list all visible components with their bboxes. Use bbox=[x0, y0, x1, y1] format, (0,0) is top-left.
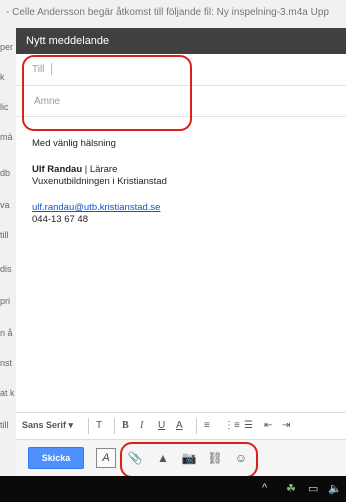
send-row: Skicka A 📎 ▲ 📷 ⛓ ☺ bbox=[16, 440, 346, 476]
to-input[interactable] bbox=[56, 60, 340, 80]
signature-role: Lärare bbox=[89, 164, 118, 175]
toolbar-divider bbox=[196, 418, 197, 434]
bullet-list-icon[interactable]: ☰ bbox=[244, 420, 253, 431]
background-inbox-strip: per k lic mä db va till dis pri n å nst … bbox=[0, 28, 16, 476]
background-fragment: k bbox=[0, 72, 5, 82]
background-fragment: till bbox=[0, 420, 9, 430]
indent-less-icon[interactable]: ⇤ bbox=[264, 420, 272, 431]
indent-more-icon[interactable]: ⇥ bbox=[282, 420, 290, 431]
background-fragment: till bbox=[0, 230, 9, 240]
compose-header[interactable]: Nytt meddelande bbox=[16, 28, 346, 54]
signature-name: Ulf Randau bbox=[32, 164, 83, 175]
numbered-list-icon[interactable]: ⋮≡ bbox=[224, 420, 240, 431]
background-fragment: n å bbox=[0, 328, 13, 338]
formatting-options-icon[interactable]: A bbox=[96, 448, 116, 468]
windows-taskbar: ^ ☘ ▭ 🔈 bbox=[0, 476, 346, 502]
greeting-text: Med vänlig hälsning bbox=[32, 138, 116, 149]
background-fragment: mä bbox=[0, 132, 13, 142]
font-family-label: Sans Serif bbox=[22, 420, 67, 430]
drive-icon[interactable]: ▲ bbox=[154, 449, 172, 467]
signature-phone: 044-13 67 48 bbox=[32, 214, 88, 225]
toolbar-divider bbox=[114, 418, 115, 434]
background-notification-text: - Celle Andersson begär åtkomst till föl… bbox=[6, 7, 329, 18]
volume-icon[interactable]: 🔈 bbox=[328, 482, 342, 495]
compose-title: Nytt meddelande bbox=[26, 35, 110, 47]
subject-input[interactable] bbox=[32, 91, 336, 111]
signature-separator: | bbox=[82, 164, 90, 175]
signature-org: Vuxenutbildningen i Kristianstad bbox=[32, 176, 167, 187]
compose-window: Nytt meddelande Till Med vänlig hälsning… bbox=[16, 28, 346, 476]
background-fragment: lic bbox=[0, 102, 9, 112]
background-fragment: pri bbox=[0, 296, 11, 306]
send-button[interactable]: Skicka bbox=[28, 447, 84, 469]
background-notification-bar: - Celle Andersson begär åtkomst till föl… bbox=[0, 0, 346, 28]
background-fragment: va bbox=[0, 200, 10, 210]
signature-email-link[interactable]: ulf.randau@utb.kristianstad.se bbox=[32, 202, 160, 213]
background-fragment: db bbox=[0, 168, 11, 178]
network-icon[interactable]: ☘ bbox=[286, 482, 296, 495]
text-color-icon[interactable]: A bbox=[176, 420, 183, 431]
photo-icon[interactable]: 📷 bbox=[180, 449, 198, 467]
formatting-toolbar: Sans Serif ▾ T B I U A ≡ ⋮≡ ☰ ⇤ ⇥ bbox=[16, 412, 346, 440]
to-label: Till bbox=[32, 64, 45, 75]
bold-icon[interactable]: B bbox=[122, 420, 129, 431]
toolbar-divider bbox=[88, 418, 89, 434]
chevron-up-icon[interactable]: ^ bbox=[262, 482, 267, 494]
background-fragment: nst bbox=[0, 358, 13, 368]
font-size-icon[interactable]: T bbox=[96, 420, 102, 431]
battery-icon[interactable]: ▭ bbox=[308, 482, 318, 495]
message-body[interactable]: Med vänlig hälsning Ulf Randau | Lärare … bbox=[32, 138, 337, 226]
subject-field[interactable] bbox=[16, 86, 346, 117]
underline-icon[interactable]: U bbox=[158, 420, 165, 431]
to-field[interactable]: Till bbox=[16, 55, 346, 86]
font-family-select[interactable]: Sans Serif ▾ bbox=[22, 420, 73, 431]
chevron-down-icon: ▾ bbox=[68, 420, 74, 430]
link-icon[interactable]: ⛓ bbox=[206, 449, 224, 467]
italic-icon[interactable]: I bbox=[140, 420, 143, 431]
align-icon[interactable]: ≡ bbox=[204, 420, 210, 431]
emoji-icon[interactable]: ☺ bbox=[232, 449, 250, 467]
attach-icon[interactable]: 📎 bbox=[126, 449, 144, 467]
background-fragment: per bbox=[0, 42, 14, 52]
text-cursor bbox=[51, 63, 52, 75]
background-fragment: dis bbox=[0, 264, 12, 274]
background-fragment: at k bbox=[0, 388, 15, 398]
